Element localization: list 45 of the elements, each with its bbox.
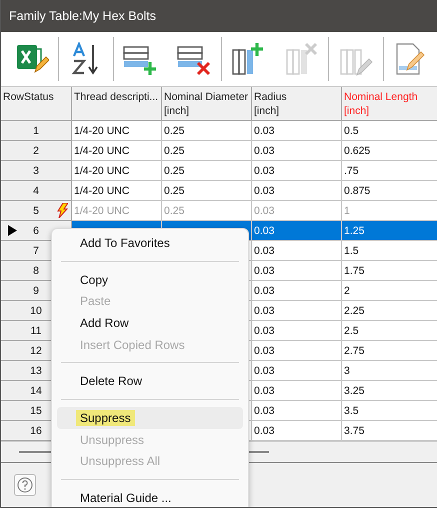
- row-header[interactable]: 5: [1, 201, 72, 221]
- lightning-icon: [57, 203, 68, 218]
- column-header[interactable]: Radius [inch]: [252, 87, 342, 121]
- window-title: Family Table:My Hex Bolts: [9, 9, 156, 23]
- menu-item[interactable]: Suppress: [57, 407, 243, 429]
- table-cell: 0.25: [162, 141, 252, 161]
- table-cell: 0.03: [252, 161, 342, 181]
- table-cell: 0.25: [162, 181, 252, 201]
- table-cell: 1/4-20 UNC: [72, 141, 162, 161]
- table-cell: 0.03: [252, 321, 342, 341]
- row-header[interactable]: 2: [1, 141, 72, 161]
- table-cell: 0.25: [162, 201, 252, 221]
- table-cell: 0.03: [252, 421, 342, 441]
- table-cell: 0.03: [252, 201, 342, 221]
- menu-item[interactable]: Material Guide ...: [57, 487, 243, 507]
- table-cell: 0.03: [252, 181, 342, 201]
- table-cell: 0.03: [252, 301, 342, 321]
- table-cell: 0.03: [252, 381, 342, 401]
- column-header[interactable]: RowStatus: [1, 87, 72, 121]
- column-header[interactable]: Nominal Diameter [inch]: [162, 87, 252, 121]
- table-cell: 1.25: [342, 221, 437, 241]
- table-cell: 0.03: [252, 281, 342, 301]
- help-button[interactable]: [14, 474, 36, 496]
- row-header[interactable]: 3: [1, 161, 72, 181]
- help-icon: [17, 477, 33, 493]
- table-cell: 1/4-20 UNC: [72, 121, 162, 141]
- delete-column-icon: [284, 42, 319, 76]
- table-cell: 0.03: [252, 221, 342, 241]
- table-cell: 0.03: [252, 261, 342, 281]
- table-cell: 0.03: [252, 121, 342, 141]
- table-cell: 0.03: [252, 341, 342, 361]
- table-cell: 1/4-20 UNC: [72, 181, 162, 201]
- table-cell: 0.03: [252, 241, 342, 261]
- row-header[interactable]: 1: [1, 121, 72, 141]
- table-cell: 1/4-20 UNC: [72, 161, 162, 181]
- table-cell: 0.03: [252, 361, 342, 381]
- row-header[interactable]: 4: [1, 181, 72, 201]
- table-cell: 0.03: [252, 141, 342, 161]
- table-cell: 0.25: [162, 121, 252, 141]
- add-column-icon: [231, 42, 266, 76]
- table-cell: 0.03: [252, 401, 342, 421]
- table-cell: 0.25: [162, 161, 252, 181]
- current-row-icon: [8, 225, 17, 236]
- column-header[interactable]: Thread descripti...: [72, 87, 162, 121]
- table-cell: 1/4-20 UNC: [72, 201, 162, 221]
